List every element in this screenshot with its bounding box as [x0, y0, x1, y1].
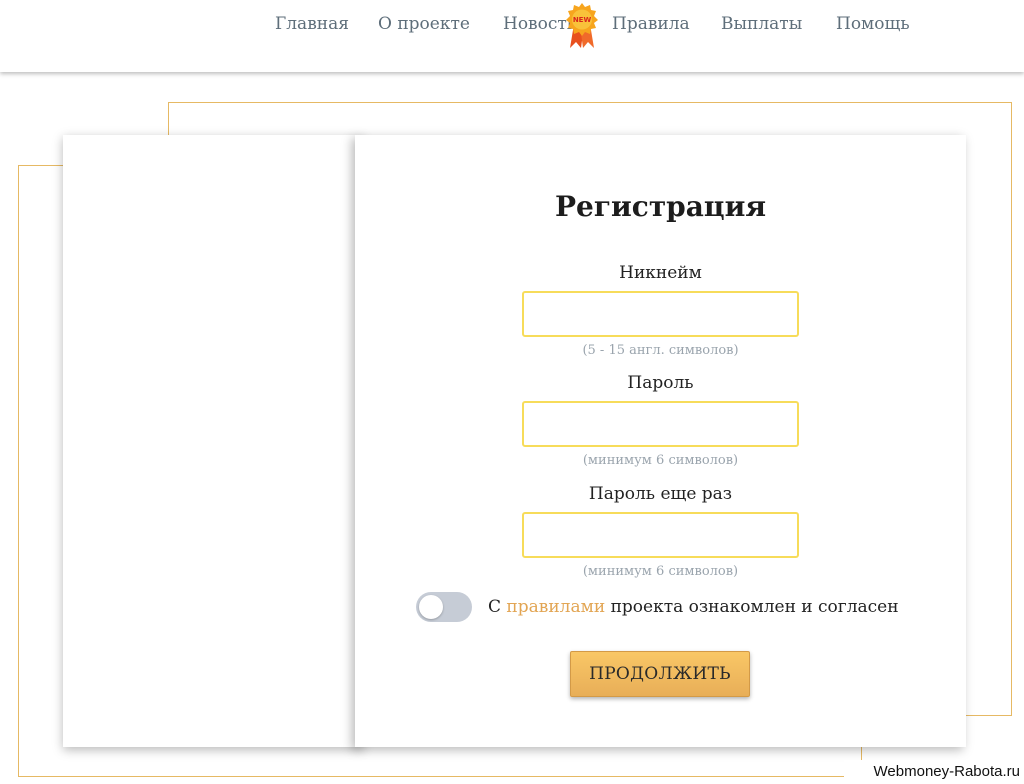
- password-repeat-label: Пароль еще раз: [588, 484, 733, 504]
- nav-item-about[interactable]: О проекте: [378, 14, 470, 34]
- nav-item-payouts[interactable]: Выплаты: [721, 14, 802, 34]
- password-repeat-hint: (минимум 6 символов): [582, 564, 739, 579]
- nav-item-rules[interactable]: Правила: [612, 14, 690, 34]
- agree-prefix: С: [488, 597, 502, 617]
- password-hint: (минимум 6 символов): [582, 453, 739, 468]
- new-badge-icon: NEW: [566, 3, 598, 48]
- password-repeat-input[interactable]: [522, 512, 799, 558]
- nickname-label: Никнейм: [619, 263, 702, 283]
- watermark: Webmoney-Rabota.ru: [844, 760, 1024, 784]
- rules-link[interactable]: правилами: [506, 597, 605, 617]
- agree-suffix: проекта ознакомлен и согласен: [610, 597, 899, 617]
- form-title: Регистрация: [554, 190, 767, 223]
- top-navigation: Главная О проекте Новости Правила Выплат…: [0, 0, 1024, 72]
- toggle-knob: [419, 595, 443, 619]
- left-panel: [63, 135, 363, 747]
- nav-item-home[interactable]: Главная: [275, 14, 349, 34]
- svg-text:NEW: NEW: [573, 16, 592, 24]
- nickname-hint: (5 - 15 англ. символов): [582, 343, 739, 358]
- agree-text: С правилами проекта ознакомлен и согласе…: [488, 597, 899, 617]
- password-input[interactable]: [522, 401, 799, 447]
- nav-item-help[interactable]: Помощь: [836, 14, 910, 34]
- agree-toggle[interactable]: [416, 592, 472, 622]
- continue-button[interactable]: ПРОДОЛЖИТЬ: [570, 651, 750, 697]
- nickname-input[interactable]: [522, 291, 799, 337]
- password-label: Пароль: [627, 373, 694, 393]
